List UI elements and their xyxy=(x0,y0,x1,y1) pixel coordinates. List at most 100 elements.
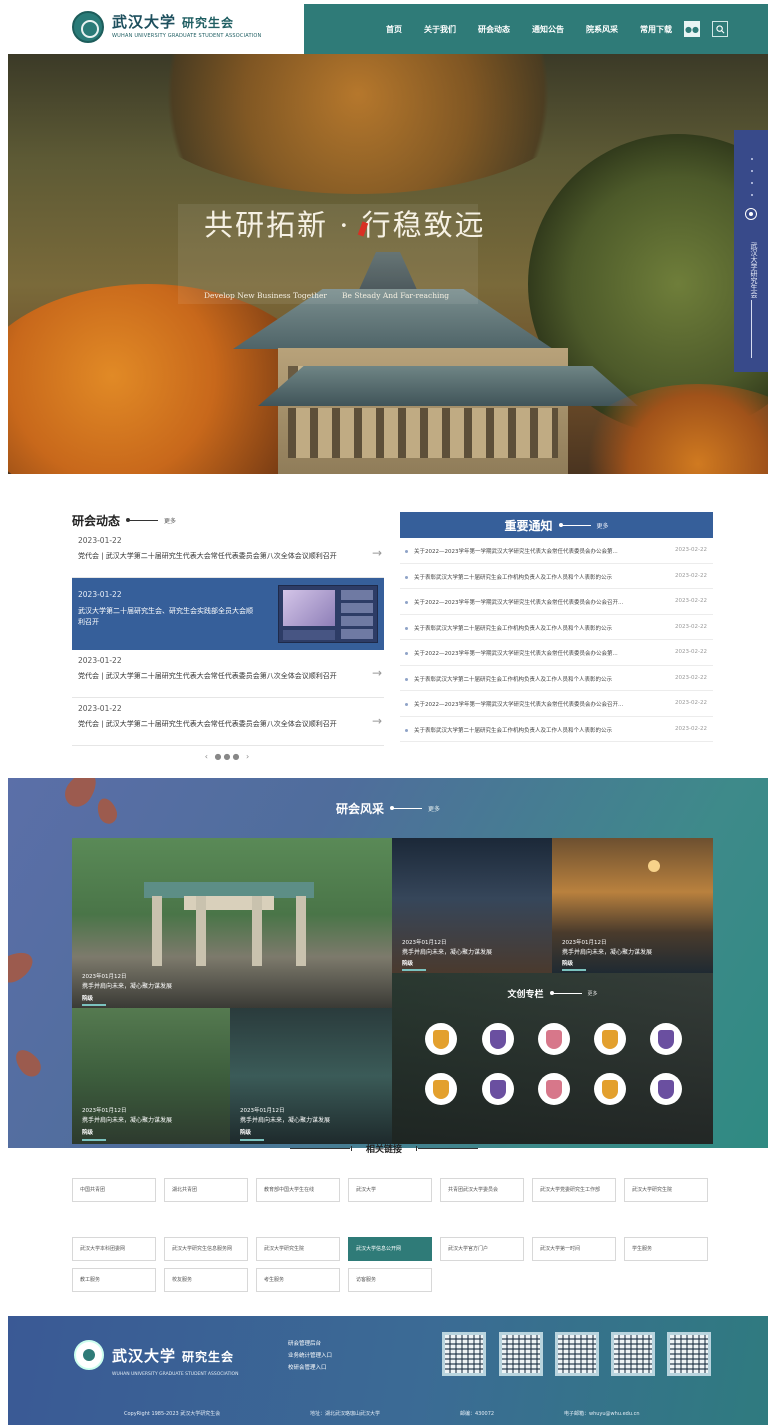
news-more-link[interactable]: 更多 xyxy=(164,516,176,525)
badge-icon[interactable] xyxy=(538,1073,570,1105)
notice-title[interactable]: 关于2022—2023学年第一学期武汉大学研究生代表大会常任代表委员会办公会第.… xyxy=(414,649,654,657)
arrow-right-icon[interactable]: → xyxy=(372,546,382,560)
style-gallery: 2023年01月12日 携手并肩向未来，凝心聚力谋发展 院级 2023年01月1… xyxy=(72,838,713,1144)
arrow-right-icon[interactable]: → xyxy=(372,666,382,680)
arrow-right-icon[interactable]: → xyxy=(372,714,382,728)
news-thumbnail[interactable] xyxy=(278,585,378,643)
related-link[interactable]: 武汉大学官方门户 xyxy=(440,1237,524,1261)
notices-more-link[interactable]: 更多 xyxy=(597,521,609,530)
tile-title[interactable]: 携手并肩向未来，凝心聚力谋发展 xyxy=(82,1115,172,1124)
badge-icon[interactable] xyxy=(482,1073,514,1105)
qr-pattern xyxy=(614,1335,652,1373)
related-link[interactable]: 武汉大学研究生院 xyxy=(256,1237,340,1261)
news-title-text[interactable]: 武汉大学第二十届研究生会、研究生会实践部全员大会顺利召开 xyxy=(78,606,258,628)
badge-icon[interactable] xyxy=(425,1073,457,1105)
badge-icon[interactable] xyxy=(650,1023,682,1055)
notice-item[interactable]: 关于表彰武汉大学第二十届研究生会工作机构负责人及工作人员和个人表彰的公示 2023… xyxy=(400,564,713,589)
footer-link[interactable]: 业务统计管理入口 xyxy=(288,1350,332,1362)
scroll-line xyxy=(751,300,752,358)
gallery-tile[interactable]: 2023年01月12日 携手并肩向未来，凝心聚力谋发展 院级 xyxy=(72,1008,230,1144)
slide-dot[interactable] xyxy=(751,194,753,196)
notice-item[interactable]: 关于表彰武汉大学第二十届研究生会工作机构负责人及工作人员和个人表彰的公示 2023… xyxy=(400,717,713,742)
footer-link[interactable]: 校研会管理入口 xyxy=(288,1362,332,1374)
notice-title[interactable]: 关于表彰武汉大学第二十届研究生会工作机构负责人及工作人员和个人表彰的公示 xyxy=(414,675,654,683)
nav-home[interactable]: 首页 xyxy=(386,24,402,35)
related-link[interactable]: 共青团武汉大学委员会 xyxy=(440,1178,524,1202)
address-text: 地址：湖北武汉珞珈山武汉大学 xyxy=(310,1411,381,1417)
notice-title[interactable]: 关于2022—2023学年第一学期武汉大学研究生代表大会常任代表委员会办公会召开… xyxy=(414,598,654,606)
badge-icon[interactable] xyxy=(425,1023,457,1055)
badge-icon[interactable] xyxy=(650,1073,682,1105)
notice-item[interactable]: 关于表彰武汉大学第二十届研究生会工作机构负责人及工作人员和个人表彰的公示 2023… xyxy=(400,666,713,691)
notice-item[interactable]: 关于2022—2023学年第一学期武汉大学研究生代表大会常任代表委员会办公会召开… xyxy=(400,589,713,615)
search-icon[interactable] xyxy=(712,21,728,37)
related-link[interactable]: 武汉大学本科团委网 xyxy=(72,1237,156,1261)
slide-dot[interactable] xyxy=(751,158,753,160)
badge-icon[interactable] xyxy=(482,1023,514,1055)
related-link[interactable]: 武汉大学研究生信息服务网 xyxy=(164,1237,248,1261)
related-link[interactable]: 湖北共青团 xyxy=(164,1178,248,1202)
related-link[interactable]: 教育部中国大学生在线 xyxy=(256,1178,340,1202)
news-item[interactable]: 2023-01-22 党代会 | 武汉大学第二十届研究生代表大会常任代表委员会第… xyxy=(72,650,384,698)
news-title-text[interactable]: 党代会 | 武汉大学第二十届研究生代表大会常任代表委员会第八次全体会议顺利召开 xyxy=(78,551,348,561)
gallery-tile[interactable]: 2023年01月12日 携手并肩向未来，凝心聚力谋发展 院级 xyxy=(392,838,552,973)
badge-icon[interactable] xyxy=(594,1073,626,1105)
nav-about[interactable]: 关于我们 xyxy=(424,24,456,35)
cultural-column-more-link[interactable]: 更多 xyxy=(588,990,598,997)
notice-title[interactable]: 关于2022—2023学年第一学期武汉大学研究生代表大会常任代表委员会办公会召开… xyxy=(414,700,654,708)
nav-notices[interactable]: 通知公告 xyxy=(532,24,564,35)
news-item[interactable]: 2023-01-22 党代会 | 武汉大学第二十届研究生代表大会常任代表委员会第… xyxy=(72,530,384,578)
slide-dot[interactable] xyxy=(751,182,753,184)
tile-title[interactable]: 携手并肩向未来，凝心聚力谋发展 xyxy=(82,981,172,990)
footer-link[interactable]: 研会管理后台 xyxy=(288,1338,332,1350)
nav-downloads[interactable]: 常用下载 xyxy=(640,24,672,35)
news-title-text[interactable]: 党代会 | 武汉大学第二十届研究生代表大会常任代表委员会第八次全体会议顺利召开 xyxy=(78,671,348,681)
gallery-tile[interactable]: 2023年01月12日 携手并肩向未来，凝心聚力谋发展 院级 xyxy=(230,1008,392,1144)
related-link[interactable]: 武汉大学第一时间 xyxy=(532,1237,616,1261)
notice-title[interactable]: 关于表彰武汉大学第二十届研究生会工作机构负责人及工作人员和个人表彰的公示 xyxy=(414,726,654,734)
nav-style[interactable]: 院系风采 xyxy=(586,24,618,35)
news-pager[interactable]: ‹ ●●● › xyxy=(72,752,384,761)
related-link[interactable]: 武汉大学研究生院 xyxy=(624,1178,708,1202)
related-link[interactable]: 教工服务 xyxy=(72,1268,156,1292)
related-link[interactable]: 武汉大学党委研究生工作部 xyxy=(532,1178,616,1202)
links-header: 相关链接 xyxy=(0,1138,768,1158)
related-link[interactable]: 校友服务 xyxy=(164,1268,248,1292)
related-link[interactable]: 学生服务 xyxy=(624,1237,708,1261)
notice-title[interactable]: 关于2022—2023学年第一学期武汉大学研究生代表大会常任代表委员会办公会第.… xyxy=(414,547,654,555)
email-text[interactable]: 电子邮箱：whuyu@whu.edu.cn xyxy=(564,1410,640,1417)
slide-dot[interactable] xyxy=(751,170,753,172)
side-scroll-panel[interactable]: 武汉大学研究生会 xyxy=(734,130,768,372)
nav-news[interactable]: 研会动态 xyxy=(478,24,510,35)
footer-logo[interactable]: 武汉大学 研究生会 WUHAN UNIVERSITY GRADUATE STUDE… xyxy=(74,1340,238,1377)
gallery-tile[interactable]: 2023年01月12日 携手并肩向未来，凝心聚力谋发展 院级 xyxy=(552,838,713,973)
notice-date: 2023-02-22 xyxy=(675,572,707,579)
tile-title[interactable]: 携手并肩向未来，凝心聚力谋发展 xyxy=(402,947,492,956)
footer-logo-cn: 武汉大学 研究生会 xyxy=(112,1345,234,1366)
related-link[interactable]: 考生服务 xyxy=(256,1268,340,1292)
badge-icon[interactable] xyxy=(538,1023,570,1055)
wechat-icon[interactable]: ●● xyxy=(684,21,700,37)
site-logo[interactable]: 武汉大学 研究生会 WUHAN UNIVERSITY GRADUATE STUDE… xyxy=(72,10,262,44)
news-item[interactable]: 2023-01-22 党代会 | 武汉大学第二十届研究生代表大会常任代表委员会第… xyxy=(72,698,384,746)
notice-item[interactable]: 关于2022—2023学年第一学期武汉大学研究生代表大会常任代表委员会办公会第.… xyxy=(400,640,713,666)
notice-title[interactable]: 关于表彰武汉大学第二十届研究生会工作机构负责人及工作人员和个人表彰的公示 xyxy=(414,624,654,632)
badge-icon[interactable] xyxy=(594,1023,626,1055)
related-link[interactable]: 访客服务 xyxy=(348,1268,432,1292)
related-link[interactable]: 中国共青团 xyxy=(72,1178,156,1202)
notice-item[interactable]: 关于2022—2023学年第一学期武汉大学研究生代表大会常任代表委员会办公会召开… xyxy=(400,691,713,717)
news-item-featured[interactable]: 2023-01-22 武汉大学第二十届研究生会、研究生会实践部全员大会顺利召开 xyxy=(72,578,384,650)
related-link-active[interactable]: 武汉大学信息公开网 xyxy=(348,1237,432,1261)
notice-item[interactable]: 关于2022—2023学年第一学期武汉大学研究生代表大会常任代表委员会办公会第.… xyxy=(400,538,713,564)
tile-title[interactable]: 携手并肩向未来，凝心聚力谋发展 xyxy=(240,1115,330,1124)
news-title-text[interactable]: 党代会 | 武汉大学第二十届研究生代表大会常任代表委员会第八次全体会议顺利召开 xyxy=(78,719,348,729)
style-more-link[interactable]: 更多 xyxy=(428,804,440,813)
related-link[interactable]: 武汉大学 xyxy=(348,1178,432,1202)
active-slide-indicator-icon[interactable] xyxy=(745,208,757,220)
qr-pattern xyxy=(558,1335,596,1373)
tile-title[interactable]: 携手并肩向未来，凝心聚力谋发展 xyxy=(562,947,652,956)
notice-item[interactable]: 关于表彰武汉大学第二十届研究生会工作机构负责人及工作人员和个人表彰的公示 2023… xyxy=(400,615,713,640)
notice-title[interactable]: 关于表彰武汉大学第二十届研究生会工作机构负责人及工作人员和个人表彰的公示 xyxy=(414,573,654,581)
banner-subtitle-left: Develop New Business Together xyxy=(204,291,328,300)
gallery-tile[interactable]: 2023年01月12日 携手并肩向未来，凝心聚力谋发展 院级 xyxy=(72,838,392,1008)
